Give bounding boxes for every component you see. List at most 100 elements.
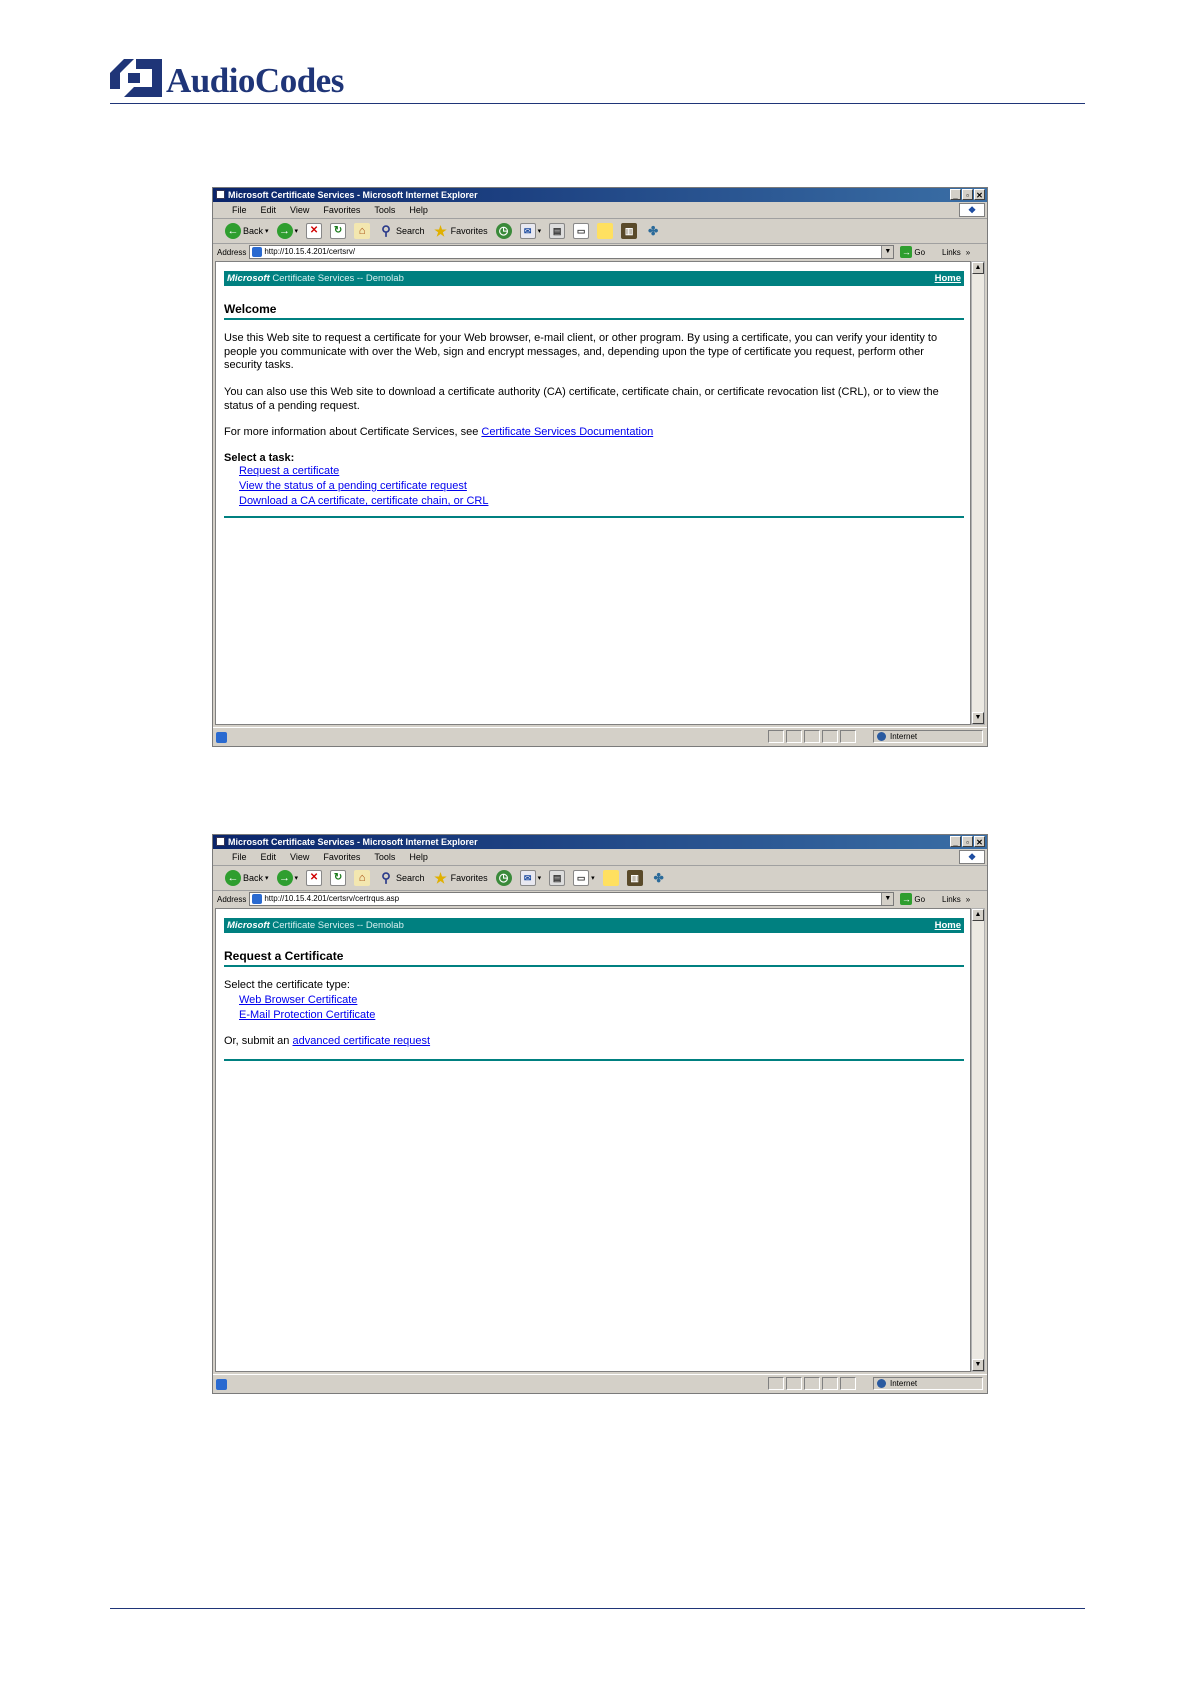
messenger-button[interactable]: ✤ [643, 221, 663, 241]
search-icon: ⚲ [381, 870, 391, 885]
messenger-icon: ✤ [653, 871, 664, 885]
status-page-icon [216, 731, 227, 743]
home-button[interactable]: ⌂ [352, 221, 372, 241]
history-button[interactable]: ◷ [494, 868, 514, 888]
mail-button[interactable]: ✉ ▾ [518, 221, 544, 241]
dropdown-arrow-icon: ▾ [537, 228, 542, 235]
minimize-button[interactable]: _ [950, 836, 961, 847]
back-button[interactable]: ← Back ▾ [223, 221, 271, 241]
address-dropdown-icon[interactable]: ▼ [881, 246, 894, 258]
minimize-button[interactable]: _ [950, 189, 961, 200]
menu-help[interactable]: Help [402, 205, 435, 215]
request-certificate-link[interactable]: Request a certificate [239, 465, 339, 477]
restore-button[interactable]: ▫ [962, 189, 973, 200]
menu-bar: File Edit View Favorites Tools Help ❖ [213, 849, 987, 866]
menu-help[interactable]: Help [402, 852, 435, 862]
close-button[interactable]: ✕ [974, 189, 985, 200]
toolbar: ← Back ▾ → ▾ ✕ ↻ ⌂ ⚲ Search ★ Favorites ◷ ✉ ▾ … [213, 219, 987, 244]
task-label: Select a task: [224, 452, 295, 464]
zone-label: Internet [890, 732, 918, 741]
mail-icon: ✉ [519, 223, 536, 239]
scroll-down-icon[interactable]: ▼ [972, 712, 984, 724]
status-pane [840, 1377, 856, 1390]
print-button[interactable]: ▤ [547, 868, 567, 888]
menu-file[interactable]: File [225, 852, 254, 862]
page-title: Welcome [224, 302, 277, 316]
globe-icon [877, 1379, 886, 1388]
favorites-button[interactable]: ★ Favorites [431, 868, 490, 888]
download-ca-link[interactable]: Download a CA certificate, certificate c… [239, 495, 488, 507]
media-button[interactable]: ▥ [619, 221, 639, 241]
edit-button[interactable]: ▭ ▾ [571, 868, 597, 888]
refresh-button[interactable]: ↻ [328, 868, 348, 888]
links-button[interactable]: Links [942, 248, 961, 257]
banner-brand: Microsoft [227, 920, 270, 931]
cert-services-banner: Microsoft Certificate Services -- Demola… [224, 918, 964, 933]
edit-button[interactable]: ▭ [571, 221, 591, 241]
stop-button[interactable]: ✕ [304, 868, 324, 888]
close-button[interactable]: ✕ [974, 836, 985, 847]
pending-request-link[interactable]: View the status of a pending certificate… [239, 480, 467, 492]
vertical-scrollbar[interactable]: ▲ ▼ [971, 908, 985, 1372]
refresh-button[interactable]: ↻ [328, 221, 348, 241]
chevron-right-icon[interactable]: » [966, 248, 970, 257]
email-protection-certificate-link[interactable]: E-Mail Protection Certificate [239, 1009, 375, 1021]
menu-view[interactable]: View [283, 205, 316, 215]
advanced-request-link[interactable]: advanced certificate request [292, 1035, 430, 1047]
go-button[interactable]: → Go [897, 893, 925, 905]
menu-tools[interactable]: Tools [367, 205, 402, 215]
vertical-scrollbar[interactable]: ▲ ▼ [971, 261, 985, 725]
menu-favorites[interactable]: Favorites [316, 852, 367, 862]
address-input[interactable]: http://10.15.4.201/certsrv/ ▼ [249, 245, 895, 259]
home-button[interactable]: ⌂ [352, 868, 372, 888]
footer-divider [224, 1059, 964, 1061]
address-dropdown-icon[interactable]: ▼ [881, 893, 894, 905]
search-icon: ⚲ [381, 223, 391, 238]
address-input[interactable]: http://10.15.4.201/certsrv/certrqus.asp … [249, 892, 895, 906]
note-icon [597, 223, 614, 239]
go-button[interactable]: → Go [897, 246, 925, 258]
documentation-link[interactable]: Certificate Services Documentation [481, 426, 653, 438]
scroll-up-icon[interactable]: ▲ [972, 262, 984, 274]
menu-view[interactable]: View [283, 852, 316, 862]
home-icon: ⌂ [354, 870, 371, 886]
cert-services-banner: Microsoft Certificate Services -- Demola… [224, 271, 964, 286]
forward-button[interactable]: → ▾ [275, 868, 301, 888]
note-button[interactable] [601, 868, 621, 888]
menu-file[interactable]: File [225, 205, 254, 215]
home-link[interactable]: Home [935, 918, 961, 933]
scroll-up-icon[interactable]: ▲ [972, 909, 984, 921]
restore-button[interactable]: ▫ [962, 836, 973, 847]
menu-edit[interactable]: Edit [254, 205, 284, 215]
forward-button[interactable]: → ▾ [275, 221, 301, 241]
windows-logo-icon: ❖ [959, 850, 985, 864]
stop-button[interactable]: ✕ [304, 221, 324, 241]
home-link[interactable]: Home [935, 271, 961, 286]
back-button[interactable]: ← Back ▾ [223, 868, 271, 888]
chevron-right-icon[interactable]: » [966, 895, 970, 904]
media-icon: ▥ [626, 870, 643, 886]
dropdown-arrow-icon: ▾ [294, 228, 299, 235]
note-button[interactable] [595, 221, 615, 241]
menu-favorites[interactable]: Favorites [316, 205, 367, 215]
print-button[interactable]: ▤ [547, 221, 567, 241]
page-icon [252, 894, 263, 904]
web-browser-certificate-link[interactable]: Web Browser Certificate [239, 994, 357, 1006]
dropdown-arrow-icon: ▾ [591, 875, 595, 882]
links-button[interactable]: Links [942, 895, 961, 904]
media-button[interactable]: ▥ [625, 868, 645, 888]
dropdown-arrow-icon: ▾ [265, 228, 269, 235]
go-arrow-icon: → [900, 246, 913, 258]
mail-button[interactable]: ✉ ▾ [518, 868, 544, 888]
search-label: Search [396, 873, 425, 883]
search-button[interactable]: ⚲ Search [376, 868, 427, 888]
menu-tools[interactable]: Tools [367, 852, 402, 862]
search-button[interactable]: ⚲ Search [376, 221, 427, 241]
search-label: Search [396, 226, 425, 236]
document-header: AudioCodes [110, 55, 1085, 105]
favorites-button[interactable]: ★ Favorites [431, 221, 490, 241]
menu-edit[interactable]: Edit [254, 852, 284, 862]
history-button[interactable]: ◷ [494, 221, 514, 241]
messenger-button[interactable]: ✤ [649, 868, 669, 888]
scroll-down-icon[interactable]: ▼ [972, 1359, 984, 1371]
